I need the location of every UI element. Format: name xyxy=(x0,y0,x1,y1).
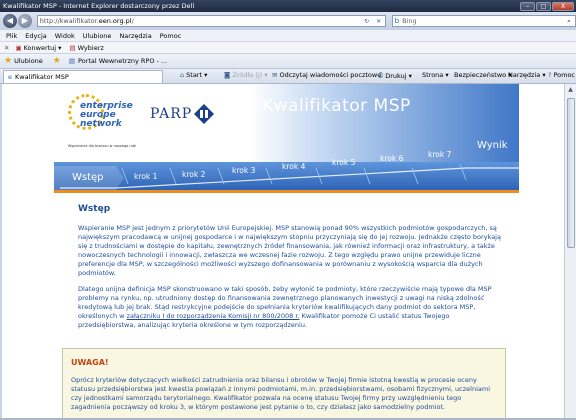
add-favorite-icon[interactable]: ★ xyxy=(53,56,61,66)
favorite-link-rpo[interactable]: Portal Wewnetrzny RPO - ... xyxy=(78,57,167,65)
safety-menu-button[interactable]: Bezpieczeństwo ▾ xyxy=(454,71,511,79)
search-placeholder: Bing xyxy=(402,17,417,25)
printer-icon: ⎙ xyxy=(378,71,384,79)
menu-tools[interactable]: Narzędzia xyxy=(119,32,151,40)
menu-edit[interactable]: Edycja xyxy=(25,32,46,40)
maximize-button[interactable]: □ xyxy=(536,1,551,11)
orange-divider xyxy=(54,190,519,193)
parp-logo-text: PARP xyxy=(150,106,193,122)
minimize-button[interactable]: – xyxy=(520,1,535,11)
feeds-button[interactable]: ◙ Źródła (J) ▾ xyxy=(224,71,268,79)
tab-kwalifikator[interactable]: e Kwalifikator MSP xyxy=(3,69,163,83)
tab-command-bar: e Kwalifikator MSP ⌂ Start ▾ ◙ Źródła (J) … xyxy=(0,68,576,84)
step-4[interactable]: krok 4 xyxy=(282,162,305,171)
step-intro[interactable]: Wstęp xyxy=(72,172,104,183)
back-icon[interactable]: ◀ xyxy=(3,14,17,28)
address-field[interactable]: http://kwalifikator.een.org.pl/ ↻ ✕ xyxy=(36,15,386,27)
step-3[interactable]: krok 3 xyxy=(232,166,255,175)
ie-page-icon: e xyxy=(8,72,12,81)
bing-icon: b xyxy=(394,17,400,25)
print-button[interactable]: ⎙ Drukuj ▾ xyxy=(378,71,412,80)
step-1[interactable]: krok 1 xyxy=(134,172,157,181)
notice-box: UWAGA! Oprócz kryteriów dotyczących wiel… xyxy=(62,348,506,418)
menu-file[interactable]: Plik xyxy=(6,32,17,40)
intro-content: Wstęp Wspieranie MSP jest jednym z prior… xyxy=(78,204,508,337)
close-button[interactable]: X xyxy=(552,1,574,11)
intro-paragraph-2: Dlatego unijna definicja MSP skonstruowa… xyxy=(78,285,492,329)
select-button[interactable]: ▤ Wybierz xyxy=(69,44,103,52)
step-5[interactable]: krok 5 xyxy=(332,158,355,167)
step-6[interactable]: krok 6 xyxy=(380,154,403,163)
convert-button[interactable]: ▣ Konwertuj ▾ xyxy=(15,44,61,52)
convert-toolbar: ✕ ▣ Konwertuj ▾ ▤ Wybierz xyxy=(0,41,576,53)
address-url: http://kwalifikator.een.org.pl/ xyxy=(39,17,134,25)
address-toolbar: ◀ ▶ http://kwalifikator.een.org.pl/ ↻ ✕ … xyxy=(0,12,576,30)
step-result[interactable]: Wynik xyxy=(477,140,508,151)
feed-icon: ◙ xyxy=(224,71,231,79)
window-title: Kwalifikator MSP - Internet Explorer dos… xyxy=(3,2,195,10)
scroll-thumb[interactable] xyxy=(567,98,575,248)
page-menu-button[interactable]: Strona ▾ xyxy=(422,71,449,79)
read-mail-button[interactable]: ✉ Odczytaj wiadomości pocztowe xyxy=(272,71,381,79)
search-field[interactable]: b Bing ⌕ xyxy=(391,15,576,27)
favorites-bar: ★ Ulubione ★ ▤ Portal Wewnetrzny RPO - .… xyxy=(0,53,576,68)
step-7[interactable]: krok 7 xyxy=(428,150,451,159)
scroll-up-icon[interactable]: ▲ xyxy=(565,84,576,95)
forward-icon[interactable]: ▶ xyxy=(17,14,32,28)
step-2[interactable]: krok 2 xyxy=(182,170,205,179)
mail-icon: ✉ xyxy=(272,71,278,79)
menu-view[interactable]: Widok xyxy=(55,32,75,40)
home-icon: ⌂ xyxy=(180,71,185,79)
page-viewport: enterprise europe network Wspieranie dla… xyxy=(2,84,564,418)
menu-help[interactable]: Pomoc xyxy=(160,32,182,40)
home-button[interactable]: ⌂ Start ▾ xyxy=(180,71,207,79)
select-icon: ▤ xyxy=(69,43,76,52)
parp-logo-icon xyxy=(194,104,214,124)
favorites-button[interactable]: Ulubione xyxy=(14,57,43,65)
menu-favorites[interactable]: Ulubione xyxy=(83,32,112,40)
intro-heading: Wstęp xyxy=(78,204,111,214)
refresh-icon[interactable]: ↻ xyxy=(361,18,373,25)
help-menu-button[interactable]: ? Pomoc xyxy=(548,71,575,79)
intro-paragraph-1: Wspieranie MSP jest jednym z priorytetów… xyxy=(78,224,501,277)
een-logo[interactable]: enterprise europe network Wspieranie dla… xyxy=(68,94,148,154)
vertical-scrollbar[interactable]: ▲ xyxy=(564,84,576,420)
notice-text: Oprócz kryteriów dotyczących wielkości z… xyxy=(71,376,491,411)
steps-navigation: Wstęp krok 1 krok 2 krok 3 krok 4 krok 5… xyxy=(54,140,519,190)
search-icon[interactable]: ⌕ xyxy=(563,17,575,26)
page-icon: ▤ xyxy=(68,57,76,65)
favorites-star-icon[interactable]: ★ xyxy=(4,56,12,66)
regulation-link[interactable]: załączniku I do rozporządzenia Komisji n… xyxy=(127,312,300,320)
stop-icon[interactable]: ✕ xyxy=(373,18,385,25)
menu-bar: Plik Edycja Widok Ulubione Narzędzia Pom… xyxy=(0,30,576,41)
tools-menu-button[interactable]: Narzędzia ▾ xyxy=(508,71,546,79)
notice-heading: UWAGA! xyxy=(71,358,109,367)
site-container: enterprise europe network Wspieranie dla… xyxy=(54,84,519,418)
pdf-icon: ▣ xyxy=(15,43,22,52)
site-title: Kwalifikator MSP xyxy=(262,96,411,116)
window-titlebar: Kwalifikator MSP - Internet Explorer dos… xyxy=(0,0,576,12)
help-icon: ? xyxy=(548,71,552,79)
close-toolbar-icon[interactable]: ✕ xyxy=(4,44,9,52)
